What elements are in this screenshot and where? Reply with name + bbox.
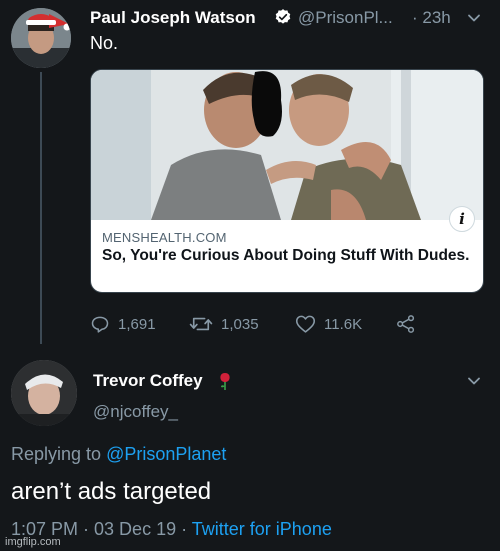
tweet-timestamp[interactable]: · 23h xyxy=(412,8,451,28)
heart-icon xyxy=(295,315,316,333)
author-handle[interactable]: @PrisonPl... xyxy=(298,8,393,28)
card-image xyxy=(91,70,483,220)
reply-source-link[interactable]: Twitter for iPhone xyxy=(192,519,332,539)
avatar-photo xyxy=(11,8,71,68)
like-count: 11.6K xyxy=(324,315,363,333)
author-name[interactable]: Paul Joseph Watson xyxy=(90,8,256,28)
retweet-count: 1,035 xyxy=(221,315,259,333)
reply-button[interactable]: 1,691 xyxy=(90,314,156,334)
retweet-button[interactable]: 1,035 xyxy=(189,314,259,334)
replying-to-link[interactable]: @PrisonPlanet xyxy=(106,444,226,464)
like-button[interactable]: 11.6K xyxy=(295,314,362,334)
thread-connector-line xyxy=(40,72,42,344)
link-preview-card[interactable]: i MENSHEALTH.COM So, You're Curious Abou… xyxy=(90,69,484,293)
verified-badge-icon xyxy=(275,9,291,24)
reply-text: aren’t ads targeted xyxy=(11,478,212,505)
tweet-text: No. xyxy=(90,33,119,53)
reply-count: 1,691 xyxy=(118,315,156,333)
chevron-down-icon[interactable] xyxy=(466,373,482,389)
reply-icon xyxy=(91,316,109,333)
card-domain: MENSHEALTH.COM xyxy=(102,230,227,245)
card-photo xyxy=(91,70,483,220)
info-icon[interactable]: i xyxy=(449,206,475,232)
rose-icon xyxy=(220,373,230,390)
reply-author-handle[interactable]: @njcoffey_ xyxy=(93,402,178,422)
author-avatar[interactable] xyxy=(11,8,71,68)
chevron-down-icon[interactable] xyxy=(466,10,482,26)
retweet-icon xyxy=(189,317,213,331)
replying-to-line: Replying to @PrisonPlanet xyxy=(11,444,226,465)
share-button[interactable] xyxy=(396,314,416,334)
replying-prefix: Replying to xyxy=(11,444,102,464)
watermark: imgflip.com xyxy=(5,536,61,548)
reply-author-name[interactable]: Trevor Coffey xyxy=(93,371,203,391)
reply-author-avatar[interactable] xyxy=(11,360,77,426)
card-title: So, You're Curious About Doing Stuff Wit… xyxy=(102,247,470,264)
share-icon xyxy=(397,315,415,333)
avatar-photo xyxy=(11,360,77,426)
